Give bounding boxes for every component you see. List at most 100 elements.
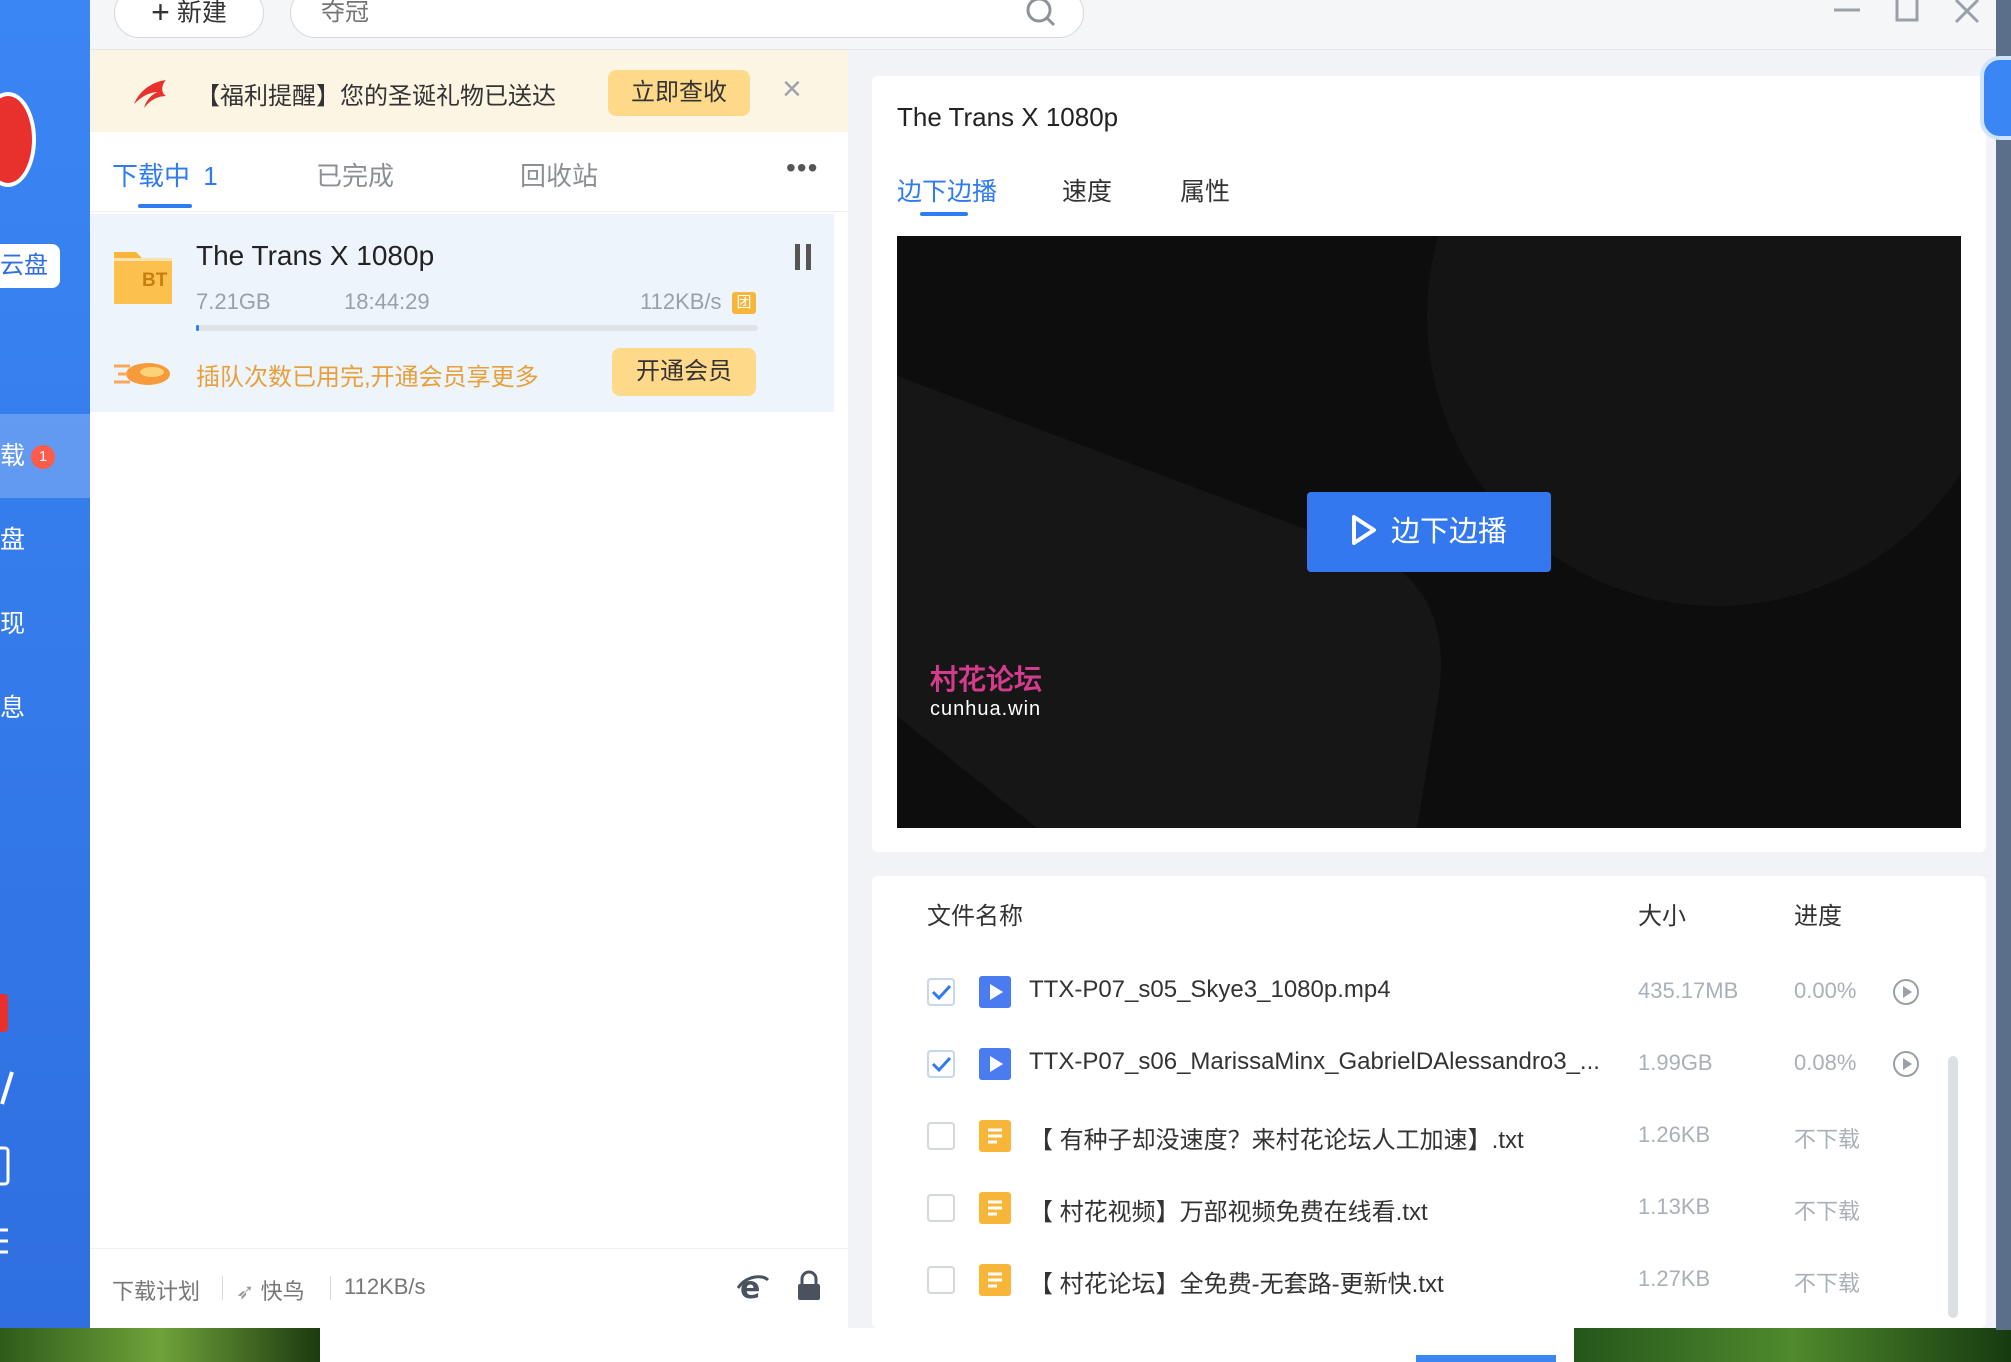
tab-properties[interactable]: 属性 bbox=[1180, 172, 1230, 208]
notice-text: 【福利提醒】您的圣诞礼物已送达 bbox=[196, 83, 556, 110]
minimize-button[interactable] bbox=[1830, 0, 1864, 24]
divider bbox=[222, 1276, 223, 1300]
new-task-button[interactable]: + 新建 bbox=[114, 0, 264, 38]
desktop-background-left bbox=[0, 1328, 320, 1362]
gift-icon[interactable] bbox=[0, 994, 8, 1032]
download-name: The Trans X 1080p bbox=[196, 240, 435, 271]
menu-icon[interactable] bbox=[0, 1226, 14, 1262]
phone-icon[interactable] bbox=[0, 1146, 14, 1186]
file-list-scrollbar[interactable] bbox=[1948, 1056, 1958, 1318]
divider bbox=[90, 211, 848, 212]
swallow-icon bbox=[130, 74, 170, 119]
download-size: 7.21GB bbox=[196, 289, 271, 314]
sidebar-item-label: 消息 bbox=[0, 694, 26, 722]
fast-bird-icon: ➶ bbox=[236, 1279, 255, 1304]
desktop-background-edge bbox=[1996, 0, 2011, 1330]
desktop-background-right bbox=[1574, 1328, 2011, 1362]
watermark-url: cunhua.win bbox=[930, 698, 1042, 720]
file-progress: 0.08% bbox=[1794, 1050, 1857, 1075]
file-list-panel bbox=[872, 876, 1986, 1328]
pause-icon[interactable] bbox=[792, 244, 814, 272]
video-file-icon bbox=[979, 1048, 1011, 1080]
sidebar-item-label: 发现 bbox=[0, 610, 26, 638]
claim-gift-button[interactable]: 立即查收 bbox=[608, 70, 750, 116]
file-size: 1.99GB bbox=[1638, 1050, 1713, 1075]
bt-folder-icon: BT bbox=[112, 244, 174, 306]
file-size: 435.17MB bbox=[1638, 978, 1739, 1003]
file-name: 【 村花论坛】全免费-无套路-更新快.txt bbox=[1029, 1271, 1444, 1298]
download-plan-link[interactable]: 下载计划 bbox=[112, 1274, 200, 1306]
file-progress: 不下载 bbox=[1794, 1127, 1861, 1152]
file-checkbox[interactable] bbox=[927, 1122, 955, 1150]
play-circle-icon[interactable] bbox=[1892, 1050, 1920, 1078]
rocket-icon bbox=[112, 352, 176, 396]
cloud-drive-shortcut[interactable]: 云盘 bbox=[0, 244, 60, 288]
search-input[interactable] bbox=[290, 0, 1084, 38]
fast-bird-link[interactable]: ➶ 快鸟 bbox=[236, 1274, 305, 1306]
file-checkbox[interactable] bbox=[927, 1194, 955, 1222]
download-time-left: 18:44:29 bbox=[344, 289, 430, 314]
browser-icon[interactable]: e bbox=[736, 1270, 770, 1309]
stream-play-label: 边下边播 bbox=[1390, 516, 1507, 548]
video-file-icon bbox=[979, 976, 1011, 1008]
sidebar-download-badge: 1 bbox=[31, 445, 56, 469]
desktop-window-behind bbox=[320, 1328, 1574, 1362]
text-file-icon bbox=[979, 1264, 1011, 1296]
tab-downloading[interactable]: 下载中 1 bbox=[112, 156, 218, 193]
sidebar-item-cloud[interactable]: 云盘 bbox=[0, 498, 90, 582]
file-name: TTX-P07_s05_Skye3_1080p.mp4 bbox=[1029, 976, 1391, 1003]
file-checkbox[interactable] bbox=[927, 978, 955, 1006]
tab-recycle-bin[interactable]: 回收站 bbox=[520, 156, 598, 193]
new-task-label: 新建 bbox=[176, 0, 227, 27]
plus-icon: + bbox=[151, 0, 170, 30]
file-progress: 0.00% bbox=[1794, 978, 1857, 1003]
play-circle-icon[interactable] bbox=[1892, 978, 1920, 1006]
watermark: 村花论坛 cunhua.win bbox=[930, 658, 1042, 721]
file-size: 1.27KB bbox=[1638, 1266, 1711, 1291]
search-icon[interactable] bbox=[1026, 0, 1056, 30]
tab-count: 1 bbox=[203, 161, 218, 191]
divider bbox=[330, 1276, 331, 1300]
bt-label: BT bbox=[142, 270, 168, 291]
column-header-progress[interactable]: 进度 bbox=[1794, 896, 1842, 931]
footer-speed: 112KB/s bbox=[344, 1274, 426, 1299]
lock-icon[interactable] bbox=[796, 1270, 822, 1307]
sidebar-item-label: 云盘 bbox=[0, 526, 26, 554]
sidebar-item-label: 下载 bbox=[0, 442, 26, 470]
sidebar-item-discover[interactable]: 发现 bbox=[0, 582, 90, 666]
file-name: 【 有种子却没速度？来村花论坛人工加速】.txt bbox=[1029, 1127, 1524, 1154]
file-size: 1.26KB bbox=[1638, 1122, 1711, 1147]
text-file-icon bbox=[979, 1192, 1011, 1224]
more-icon[interactable]: ••• bbox=[786, 152, 818, 184]
file-name: 【 村花视频】万部视频免费在线看.txt bbox=[1029, 1199, 1428, 1226]
file-size: 1.13KB bbox=[1638, 1194, 1711, 1219]
download-progress-fill bbox=[196, 325, 199, 331]
tab-active-indicator bbox=[920, 212, 968, 216]
desktop-window-behind-button bbox=[1416, 1355, 1556, 1362]
tab-stream-play[interactable]: 边下边播 bbox=[897, 172, 997, 208]
text-file-icon bbox=[979, 1120, 1011, 1152]
close-icon[interactable]: × bbox=[782, 72, 802, 106]
file-checkbox[interactable] bbox=[927, 1050, 955, 1078]
fast-bird-label: 快鸟 bbox=[260, 1279, 305, 1304]
file-progress: 不下载 bbox=[1794, 1271, 1861, 1296]
maximize-button[interactable] bbox=[1890, 0, 1924, 24]
floating-ball[interactable] bbox=[1980, 56, 2011, 140]
edit-icon[interactable] bbox=[0, 1070, 14, 1106]
sidebar-item-messages[interactable]: 消息 bbox=[0, 666, 90, 750]
close-window-button[interactable] bbox=[1950, 0, 1984, 24]
tab-label: 下载中 bbox=[112, 161, 191, 191]
column-header-size[interactable]: 大小 bbox=[1638, 896, 1686, 931]
file-name: TTX-P07_s06_MarissaMinx_GabrielDAlessand… bbox=[1029, 1048, 1600, 1075]
open-vip-button[interactable]: 开通会员 bbox=[612, 348, 756, 396]
sidebar-item-download[interactable]: 下载1 bbox=[0, 414, 90, 498]
detail-title: The Trans X 1080p bbox=[897, 102, 1119, 132]
tab-speed[interactable]: 速度 bbox=[1062, 172, 1112, 208]
watermark-title: 村花论坛 bbox=[930, 664, 1043, 695]
tab-completed[interactable]: 已完成 bbox=[316, 156, 394, 193]
file-progress: 不下载 bbox=[1794, 1199, 1861, 1224]
file-checkbox[interactable] bbox=[927, 1266, 955, 1294]
group-speed-badge: 团 bbox=[732, 292, 756, 314]
column-header-name[interactable]: 文件名称 bbox=[927, 896, 1023, 931]
stream-play-button[interactable]: 边下边播 bbox=[1307, 492, 1551, 572]
